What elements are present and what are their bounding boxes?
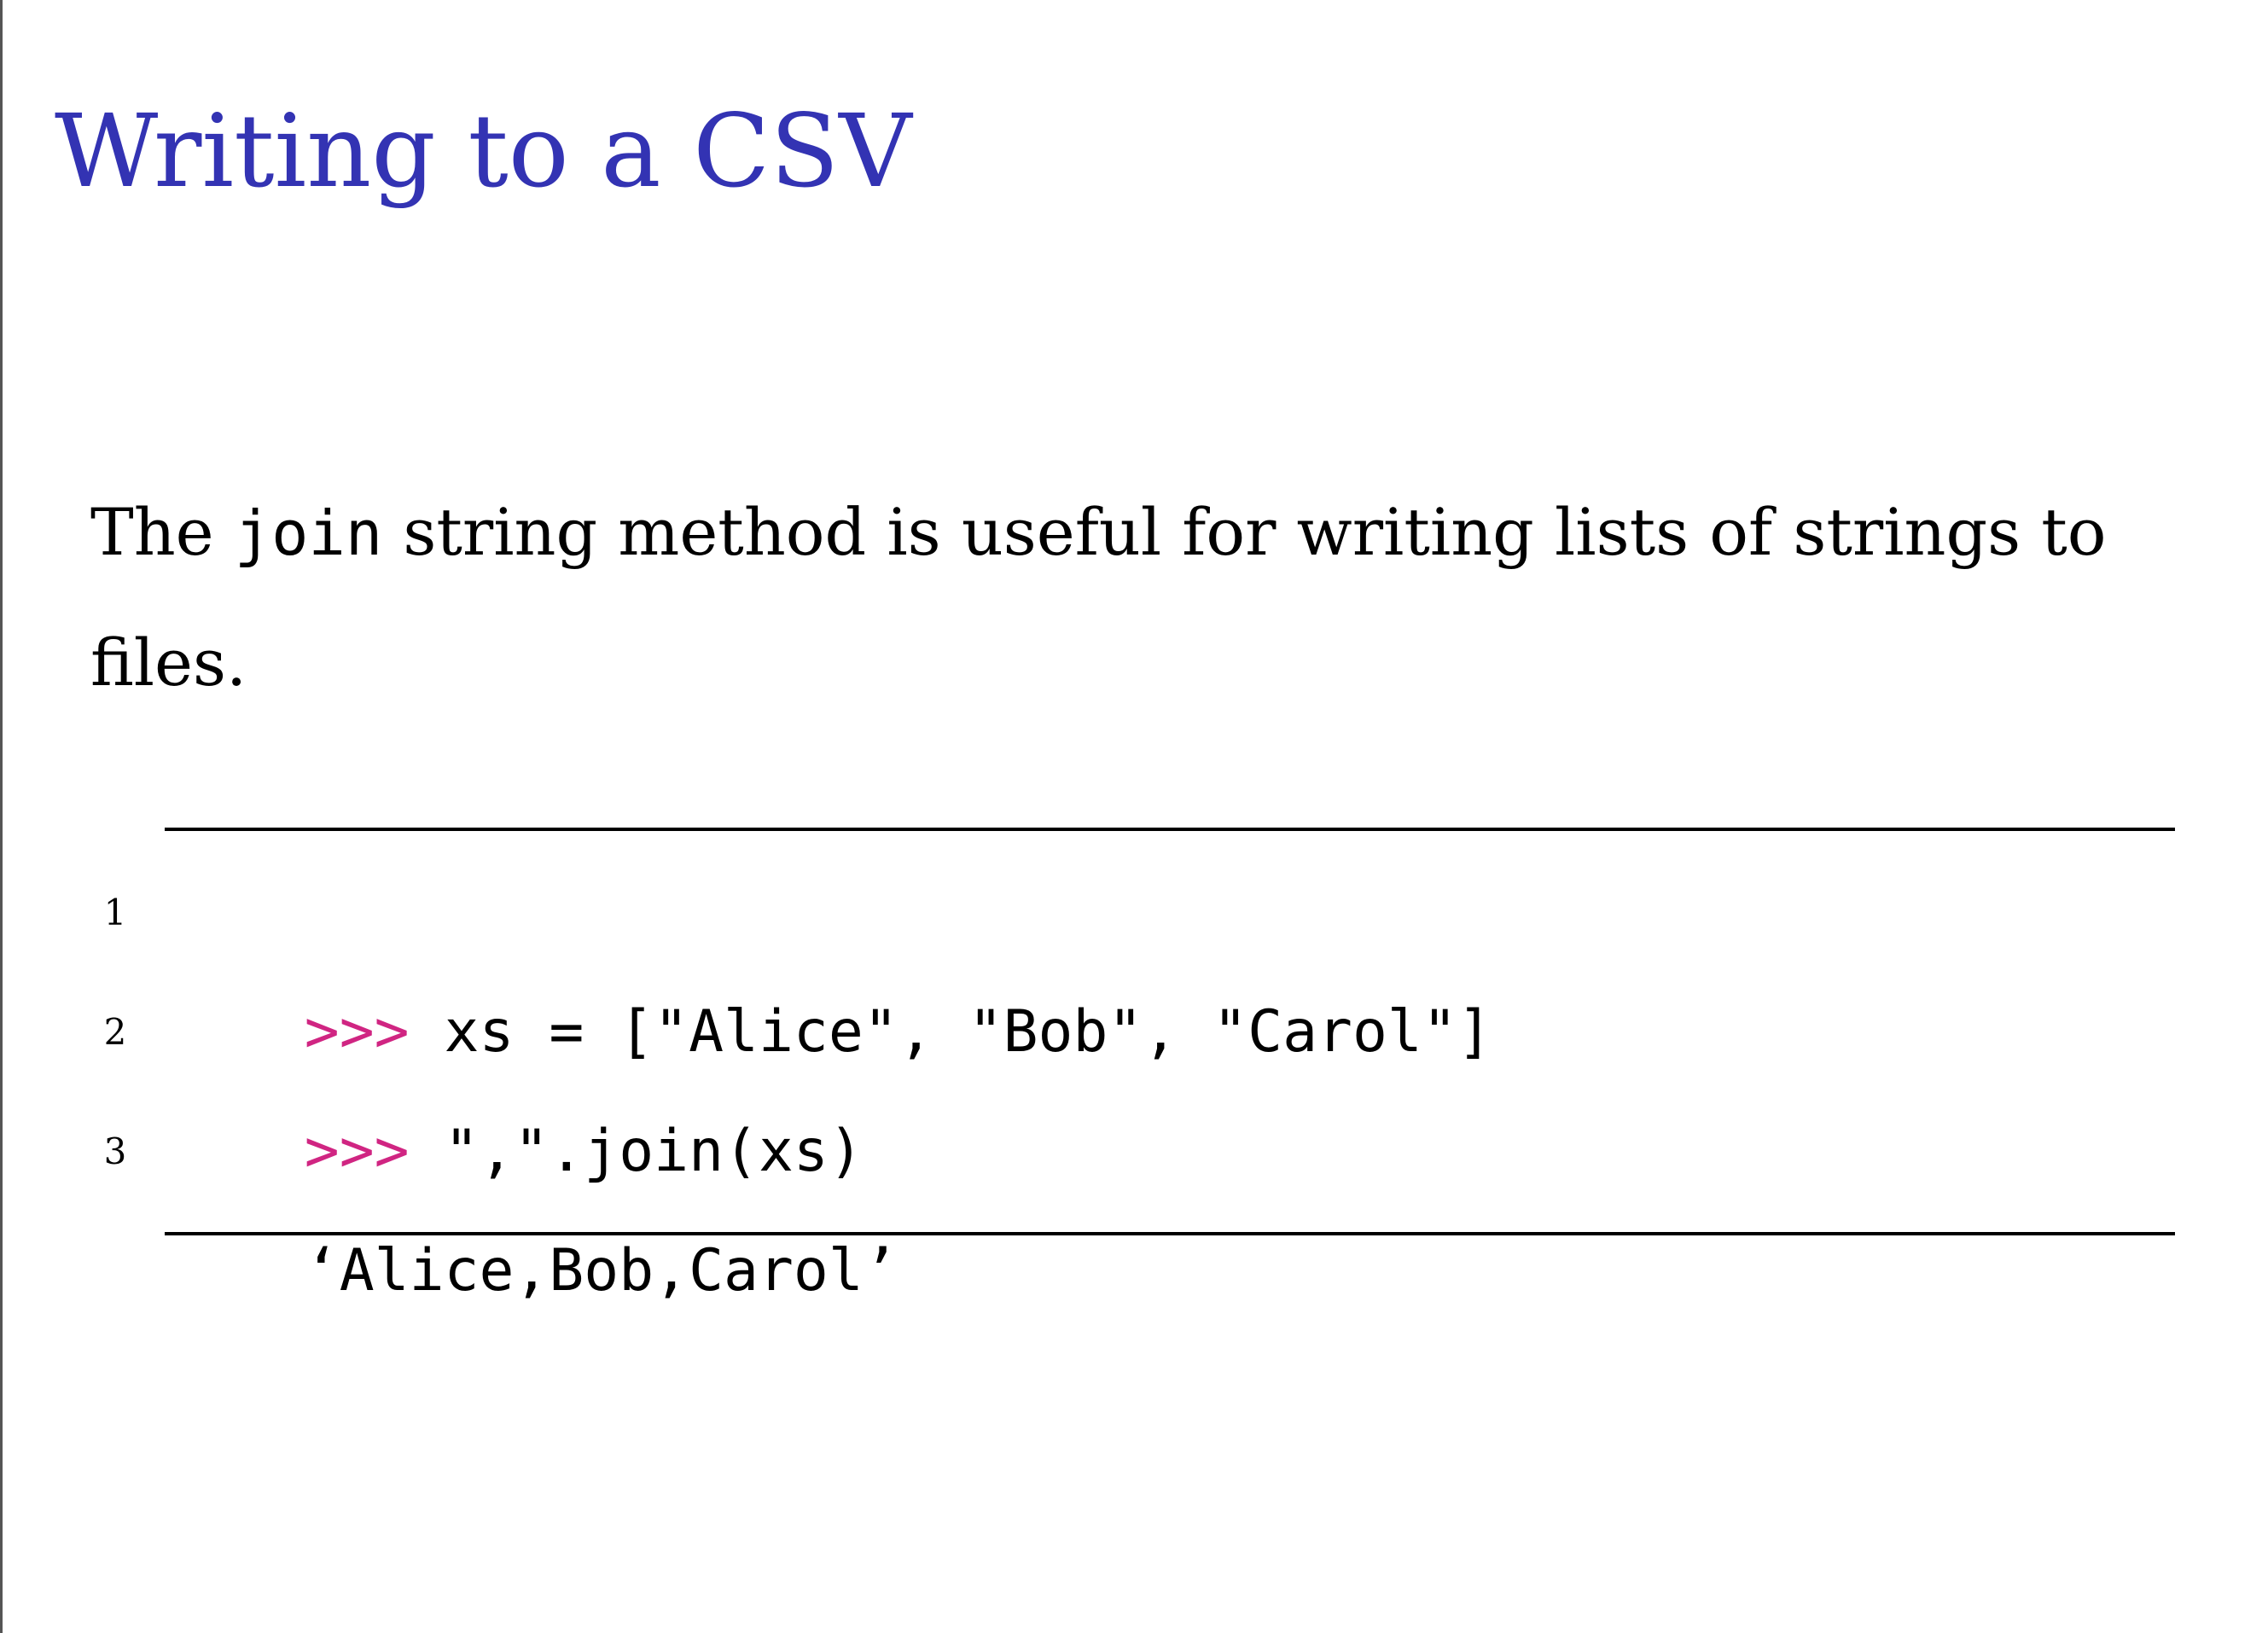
- code-line-1: 1 >>> xs = ["Alice", "Bob", "Carol"]: [104, 853, 2175, 1066]
- line-number: 1: [103, 892, 127, 933]
- code-line-2: 2 >>> ",".join(xs): [104, 973, 2175, 1185]
- line-number: 2: [103, 1011, 127, 1053]
- line-number: 3: [103, 1130, 127, 1172]
- body-paragraph: The join string method is useful for wri…: [90, 468, 2207, 728]
- code-line-3: 3 ‘Alice,Bob,Carol’: [104, 1092, 2175, 1305]
- code-listing: 1 >>> xs = ["Alice", "Bob", "Carol"] 2 >>>…: [104, 828, 2175, 1305]
- inline-code-join: join: [234, 497, 383, 569]
- body-text-before: The: [90, 494, 235, 570]
- page-left-border: [0, 0, 3, 1633]
- body-text-after: string method is useful for writing list…: [90, 494, 2107, 700]
- code-output-text: ‘Alice,Bob,Carol’: [304, 1237, 898, 1305]
- slide-title: Writing to a CSV: [55, 92, 912, 210]
